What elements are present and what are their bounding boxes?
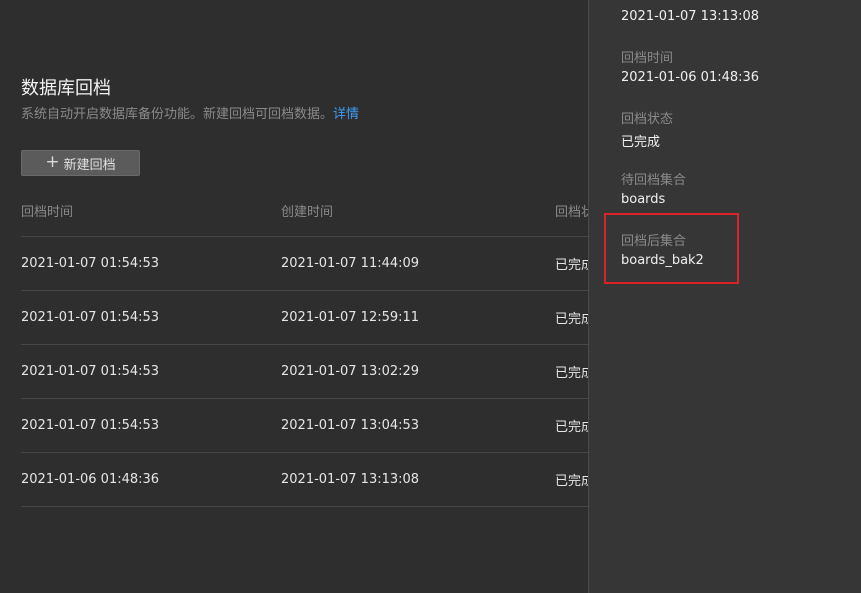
cell-status: 已完成	[555, 366, 588, 381]
cell-created-time: 2021-01-07 12:59:11	[281, 310, 420, 325]
description-text: 系统自动开启数据库备份功能。新建回档可回档数据。	[21, 107, 334, 122]
cell-status: 已完成	[555, 258, 588, 273]
cell-rollback-time: 2021-01-07 01:54:53	[21, 256, 160, 271]
status-value: 已完成	[621, 135, 661, 150]
cell-status: 已完成	[555, 312, 588, 327]
cell-rollback-time: 2021-01-07 01:54:53	[21, 364, 160, 379]
cell-rollback-time: 2021-01-06 01:48:36	[21, 472, 160, 487]
rollback-time-label: 回档时间	[621, 51, 674, 66]
created-time-value: 2021-01-07 13:13:08	[621, 9, 760, 24]
cell-status: 已完成	[555, 474, 588, 489]
table-row[interactable]: 2021-01-07 01:54:53 2021-01-07 11:44:09 …	[21, 237, 588, 291]
new-rollback-label: 新建回档	[63, 157, 116, 173]
rollback-table: 回档时间 创建时间 回档状态 2021-01-07 01:54:53 2021-…	[21, 184, 588, 507]
table-row[interactable]: 2021-01-07 01:54:53 2021-01-07 13:02:29 …	[21, 345, 588, 399]
header-created-time: 创建时间	[281, 204, 334, 220]
plus-icon: +	[45, 151, 60, 172]
details-link[interactable]: 详情	[333, 107, 359, 122]
rollback-time-value: 2021-01-06 01:48:36	[621, 70, 760, 85]
table-header: 回档时间 创建时间 回档状态	[21, 184, 588, 237]
detail-panel: 2021-01-07 13:13:08 回档时间 2021-01-06 01:4…	[588, 0, 861, 593]
source-collection-label: 待回档集合	[621, 173, 687, 188]
new-rollback-button[interactable]: + 新建回档	[21, 150, 140, 176]
status-label: 回档状态	[621, 112, 674, 127]
table-row[interactable]: 2021-01-07 01:54:53 2021-01-07 13:04:53 …	[21, 399, 588, 453]
header-rollback-time: 回档时间	[21, 204, 74, 220]
highlight-box	[604, 213, 739, 284]
header-status: 回档状态	[555, 204, 588, 220]
cell-created-time: 2021-01-07 13:13:08	[281, 472, 420, 487]
page-title: 数据库回档	[21, 78, 111, 99]
table-row[interactable]: 2021-01-07 01:54:53 2021-01-07 12:59:11 …	[21, 291, 588, 345]
main-content: 数据库回档 系统自动开启数据库备份功能。新建回档可回档数据。详情 + 新建回档 …	[0, 0, 588, 593]
cell-rollback-time: 2021-01-07 01:54:53	[21, 418, 160, 433]
page-description: 系统自动开启数据库备份功能。新建回档可回档数据。详情	[21, 103, 359, 122]
cell-created-time: 2021-01-07 13:04:53	[281, 418, 420, 433]
cell-created-time: 2021-01-07 13:02:29	[281, 364, 420, 379]
cell-status: 已完成	[555, 420, 588, 435]
table-row[interactable]: 2021-01-06 01:48:36 2021-01-07 13:13:08 …	[21, 453, 588, 507]
cell-created-time: 2021-01-07 11:44:09	[281, 256, 420, 271]
cell-rollback-time: 2021-01-07 01:54:53	[21, 310, 160, 325]
source-collection-value: boards	[621, 192, 666, 207]
